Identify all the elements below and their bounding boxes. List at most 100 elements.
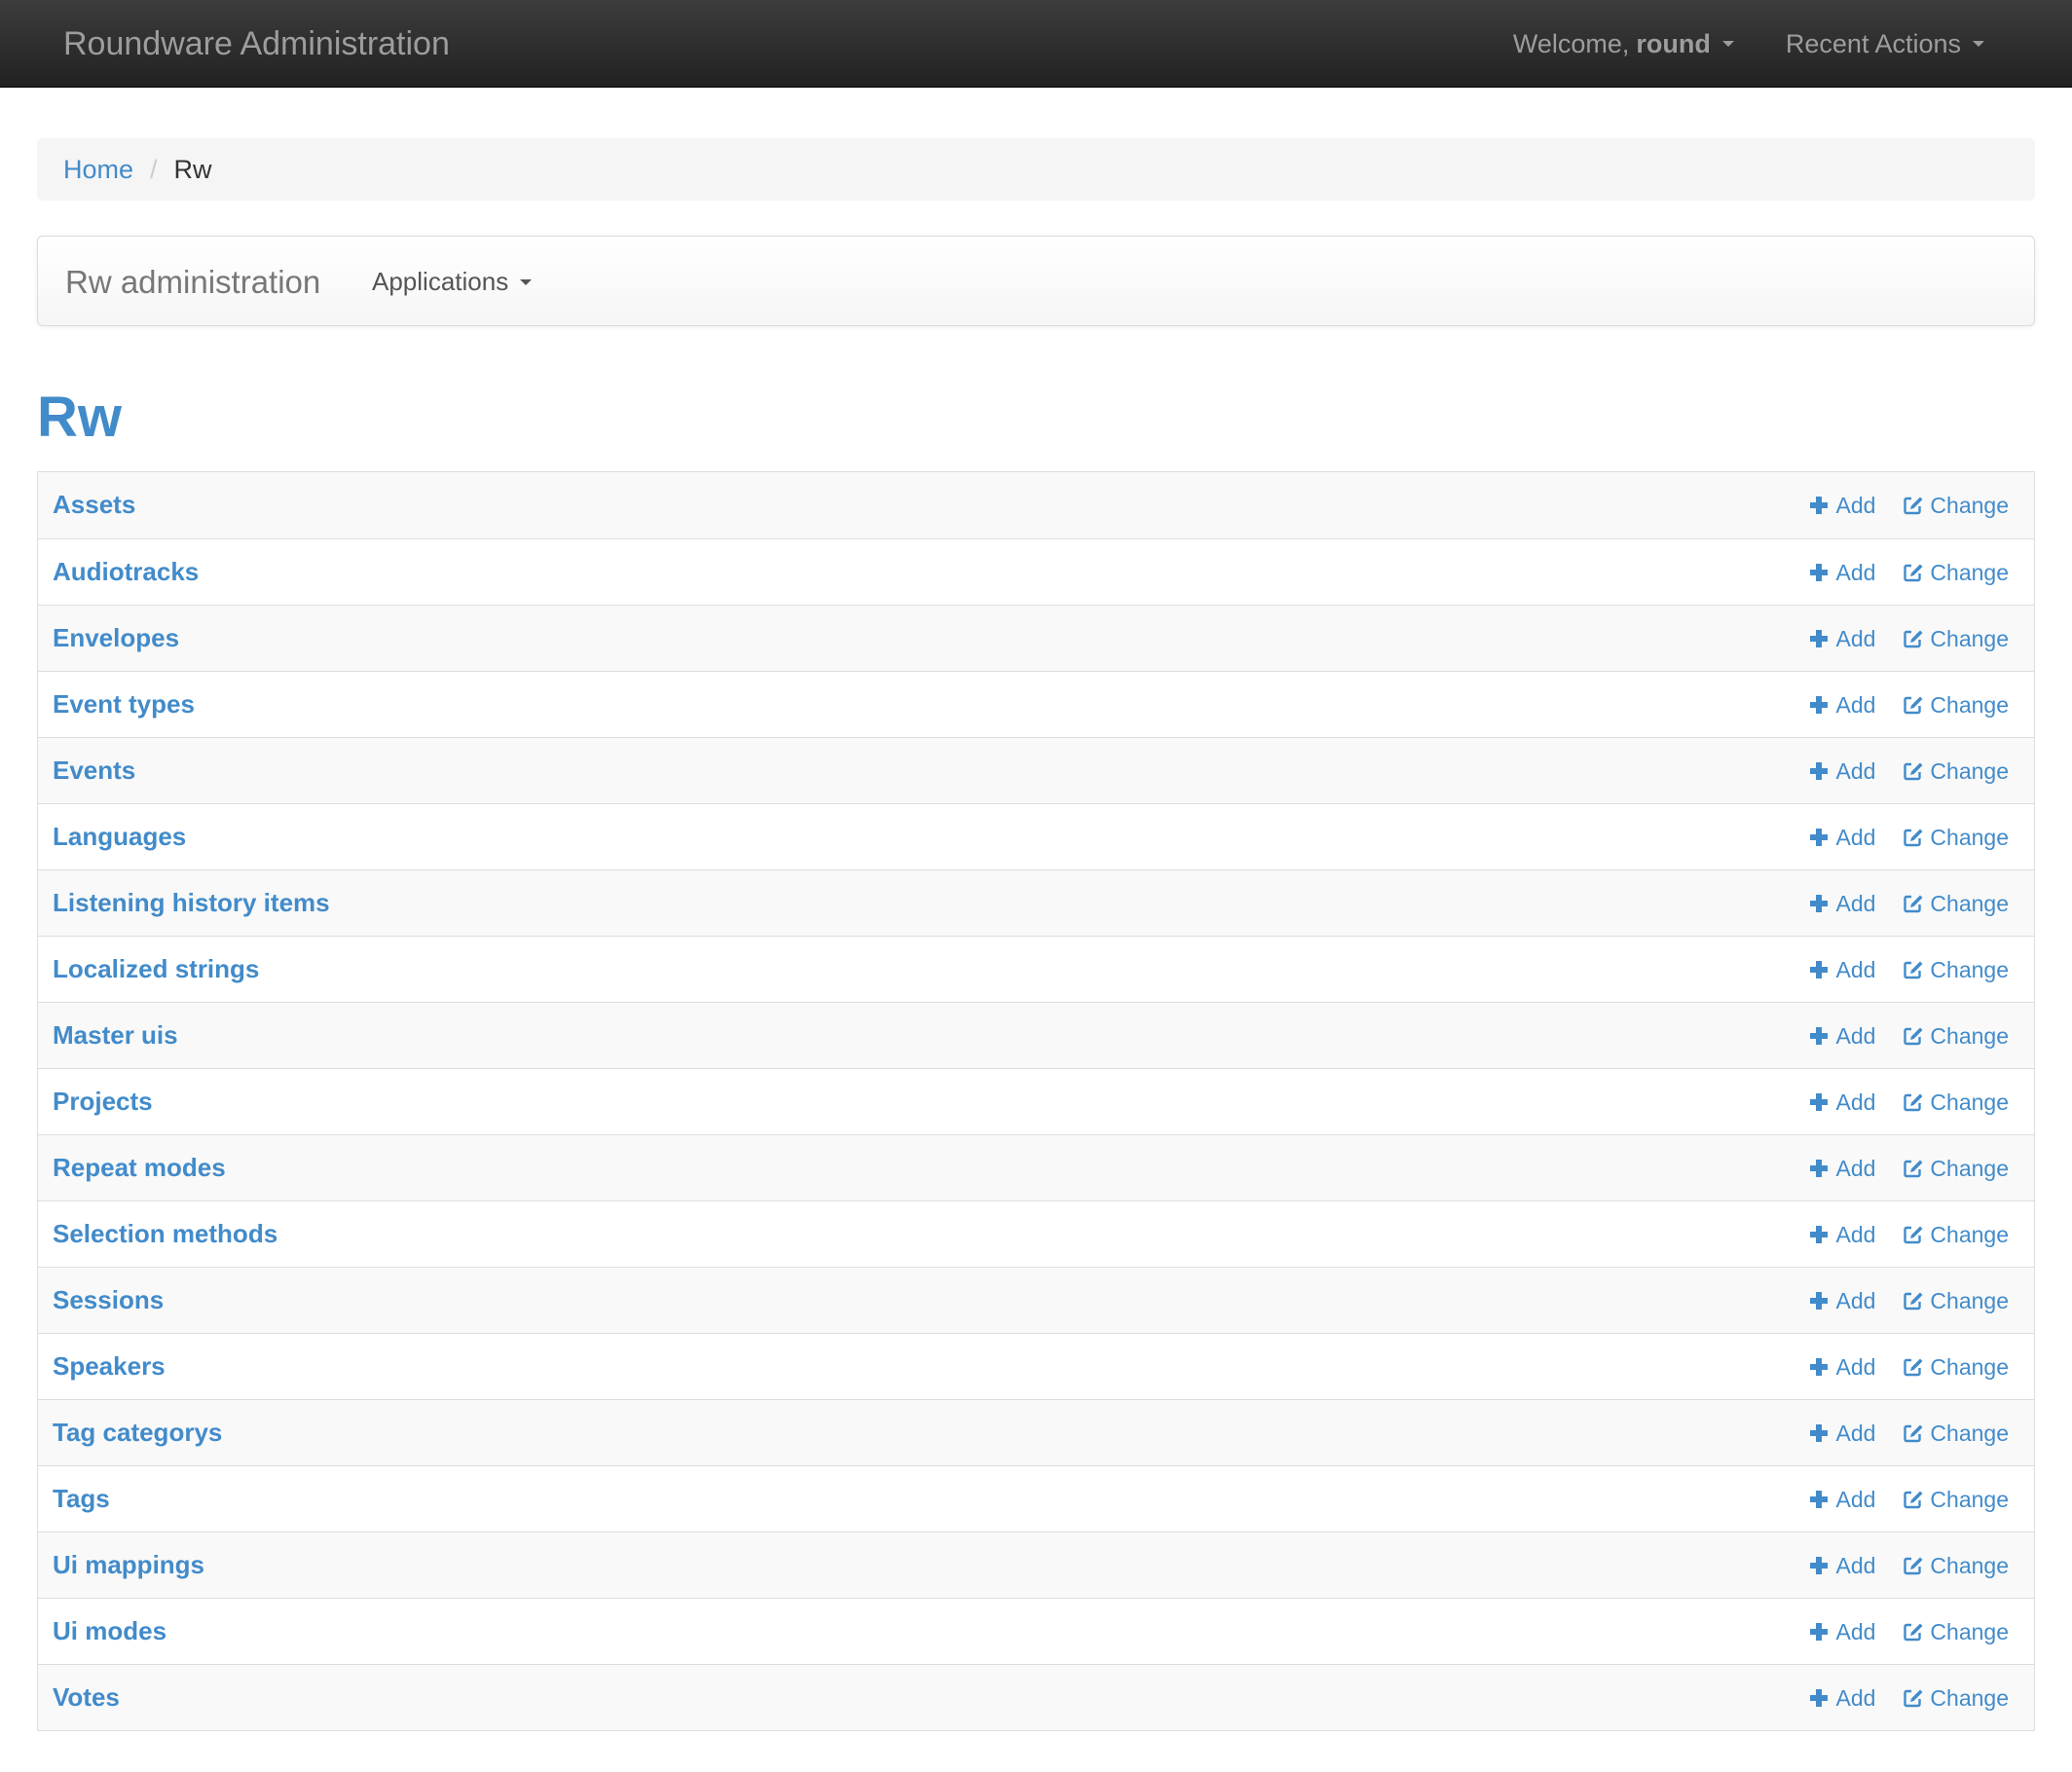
change-ui-mappings-button[interactable]: Change (1903, 1553, 2009, 1579)
change-label: Change (1930, 824, 2009, 850)
plus-icon (1808, 628, 1830, 649)
add-label: Add (1835, 1221, 1876, 1247)
recent-actions-dropdown[interactable]: Recent Actions (1734, 0, 1984, 88)
model-link-ui-mappings[interactable]: Ui mappings (53, 1550, 204, 1580)
add-assets-button[interactable]: Add (1808, 493, 1875, 519)
table-row: Tags Add Change (38, 1465, 2034, 1532)
table-row: Ui modes Add Change (38, 1598, 2034, 1664)
add-speakers-button[interactable]: Add (1808, 1354, 1875, 1381)
model-table: Assets Add Change Audiotracks Add Change Envel… (37, 471, 2035, 1731)
brand-link[interactable]: Roundware Administration (63, 0, 450, 88)
subnav-title[interactable]: Rw administration (65, 237, 320, 327)
add-events-button[interactable]: Add (1808, 758, 1875, 785)
model-link-ui-modes[interactable]: Ui modes (53, 1616, 166, 1646)
change-label: Change (1930, 757, 2009, 784)
change-ui-modes-button[interactable]: Change (1903, 1619, 2009, 1645)
change-master-uis-button[interactable]: Change (1903, 1023, 2009, 1050)
model-link-tag-categorys[interactable]: Tag categorys (53, 1418, 222, 1448)
change-selection-methods-button[interactable]: Change (1903, 1222, 2009, 1248)
change-tags-button[interactable]: Change (1903, 1487, 2009, 1513)
add-projects-button[interactable]: Add (1808, 1089, 1875, 1116)
model-link-selection-methods[interactable]: Selection methods (53, 1219, 278, 1249)
edit-icon (1903, 628, 1924, 649)
change-label: Change (1930, 890, 2009, 916)
breadcrumb-home-link[interactable]: Home (63, 155, 133, 185)
add-envelopes-button[interactable]: Add (1808, 626, 1875, 652)
plus-icon (1808, 1422, 1830, 1444)
table-row: Votes Add Change (38, 1664, 2034, 1730)
row-actions: Add Change (1808, 937, 2009, 1003)
row-actions: Add Change (1808, 1599, 2009, 1665)
add-label: Add (1835, 559, 1876, 585)
applications-dropdown[interactable]: Applications (372, 237, 533, 327)
model-link-envelopes[interactable]: Envelopes (53, 623, 179, 653)
change-label: Change (1930, 1486, 2009, 1512)
change-envelopes-button[interactable]: Change (1903, 626, 2009, 652)
add-label: Add (1835, 1022, 1876, 1049)
add-master-uis-button[interactable]: Add (1808, 1023, 1875, 1050)
change-label: Change (1930, 625, 2009, 651)
add-languages-button[interactable]: Add (1808, 825, 1875, 851)
page-title[interactable]: Rw (37, 389, 122, 446)
add-votes-button[interactable]: Add (1808, 1685, 1875, 1712)
edit-icon (1903, 562, 1924, 583)
add-localized-strings-button[interactable]: Add (1808, 957, 1875, 983)
model-link-speakers[interactable]: Speakers (53, 1351, 166, 1382)
add-label: Add (1835, 890, 1876, 916)
model-link-events[interactable]: Events (53, 756, 135, 786)
edit-icon (1903, 893, 1924, 914)
add-selection-methods-button[interactable]: Add (1808, 1222, 1875, 1248)
model-link-audiotracks[interactable]: Audiotracks (53, 557, 199, 587)
model-link-sessions[interactable]: Sessions (53, 1285, 164, 1315)
model-link-listening-history-items[interactable]: Listening history items (53, 888, 330, 918)
row-actions: Add Change (1808, 1400, 2009, 1466)
add-listening-history-items-button[interactable]: Add (1808, 891, 1875, 917)
add-event-types-button[interactable]: Add (1808, 692, 1875, 719)
add-label: Add (1835, 1420, 1876, 1446)
change-languages-button[interactable]: Change (1903, 825, 2009, 851)
change-repeat-modes-button[interactable]: Change (1903, 1156, 2009, 1182)
change-tag-categorys-button[interactable]: Change (1903, 1421, 2009, 1447)
applications-label: Applications (372, 267, 509, 296)
change-projects-button[interactable]: Change (1903, 1089, 2009, 1116)
table-row: Event types Add Change (38, 671, 2034, 737)
change-audiotracks-button[interactable]: Change (1903, 560, 2009, 586)
change-listening-history-items-button[interactable]: Change (1903, 891, 2009, 917)
add-repeat-modes-button[interactable]: Add (1808, 1156, 1875, 1182)
model-link-master-uis[interactable]: Master uis (53, 1020, 178, 1051)
change-localized-strings-button[interactable]: Change (1903, 957, 2009, 983)
breadcrumb-current: Rw (173, 154, 212, 184)
table-row: Master uis Add Change (38, 1002, 2034, 1068)
model-link-votes[interactable]: Votes (53, 1682, 120, 1713)
add-tag-categorys-button[interactable]: Add (1808, 1421, 1875, 1447)
model-link-assets[interactable]: Assets (53, 490, 135, 520)
add-label: Add (1835, 1089, 1876, 1115)
user-menu-dropdown[interactable]: Welcome, round (1462, 0, 1734, 88)
change-assets-button[interactable]: Change (1903, 493, 2009, 519)
add-sessions-button[interactable]: Add (1808, 1288, 1875, 1314)
add-tags-button[interactable]: Add (1808, 1487, 1875, 1513)
add-audiotracks-button[interactable]: Add (1808, 560, 1875, 586)
table-row: Assets Add Change (38, 472, 2034, 538)
plus-icon (1808, 1158, 1830, 1179)
add-ui-modes-button[interactable]: Add (1808, 1619, 1875, 1645)
plus-icon (1808, 959, 1830, 980)
plus-icon (1808, 1621, 1830, 1643)
model-link-tags[interactable]: Tags (53, 1484, 110, 1514)
plus-icon (1808, 827, 1830, 848)
add-label: Add (1835, 1618, 1876, 1644)
model-link-projects[interactable]: Projects (53, 1087, 153, 1117)
change-speakers-button[interactable]: Change (1903, 1354, 2009, 1381)
change-votes-button[interactable]: Change (1903, 1685, 2009, 1712)
model-link-languages[interactable]: Languages (53, 822, 186, 852)
model-link-localized-strings[interactable]: Localized strings (53, 954, 259, 984)
change-event-types-button[interactable]: Change (1903, 692, 2009, 719)
change-events-button[interactable]: Change (1903, 758, 2009, 785)
model-link-repeat-modes[interactable]: Repeat modes (53, 1153, 226, 1183)
add-label: Add (1835, 1155, 1876, 1181)
plus-icon (1808, 1555, 1830, 1576)
change-sessions-button[interactable]: Change (1903, 1288, 2009, 1314)
add-ui-mappings-button[interactable]: Add (1808, 1553, 1875, 1579)
model-link-event-types[interactable]: Event types (53, 689, 195, 720)
change-label: Change (1930, 1089, 2009, 1115)
